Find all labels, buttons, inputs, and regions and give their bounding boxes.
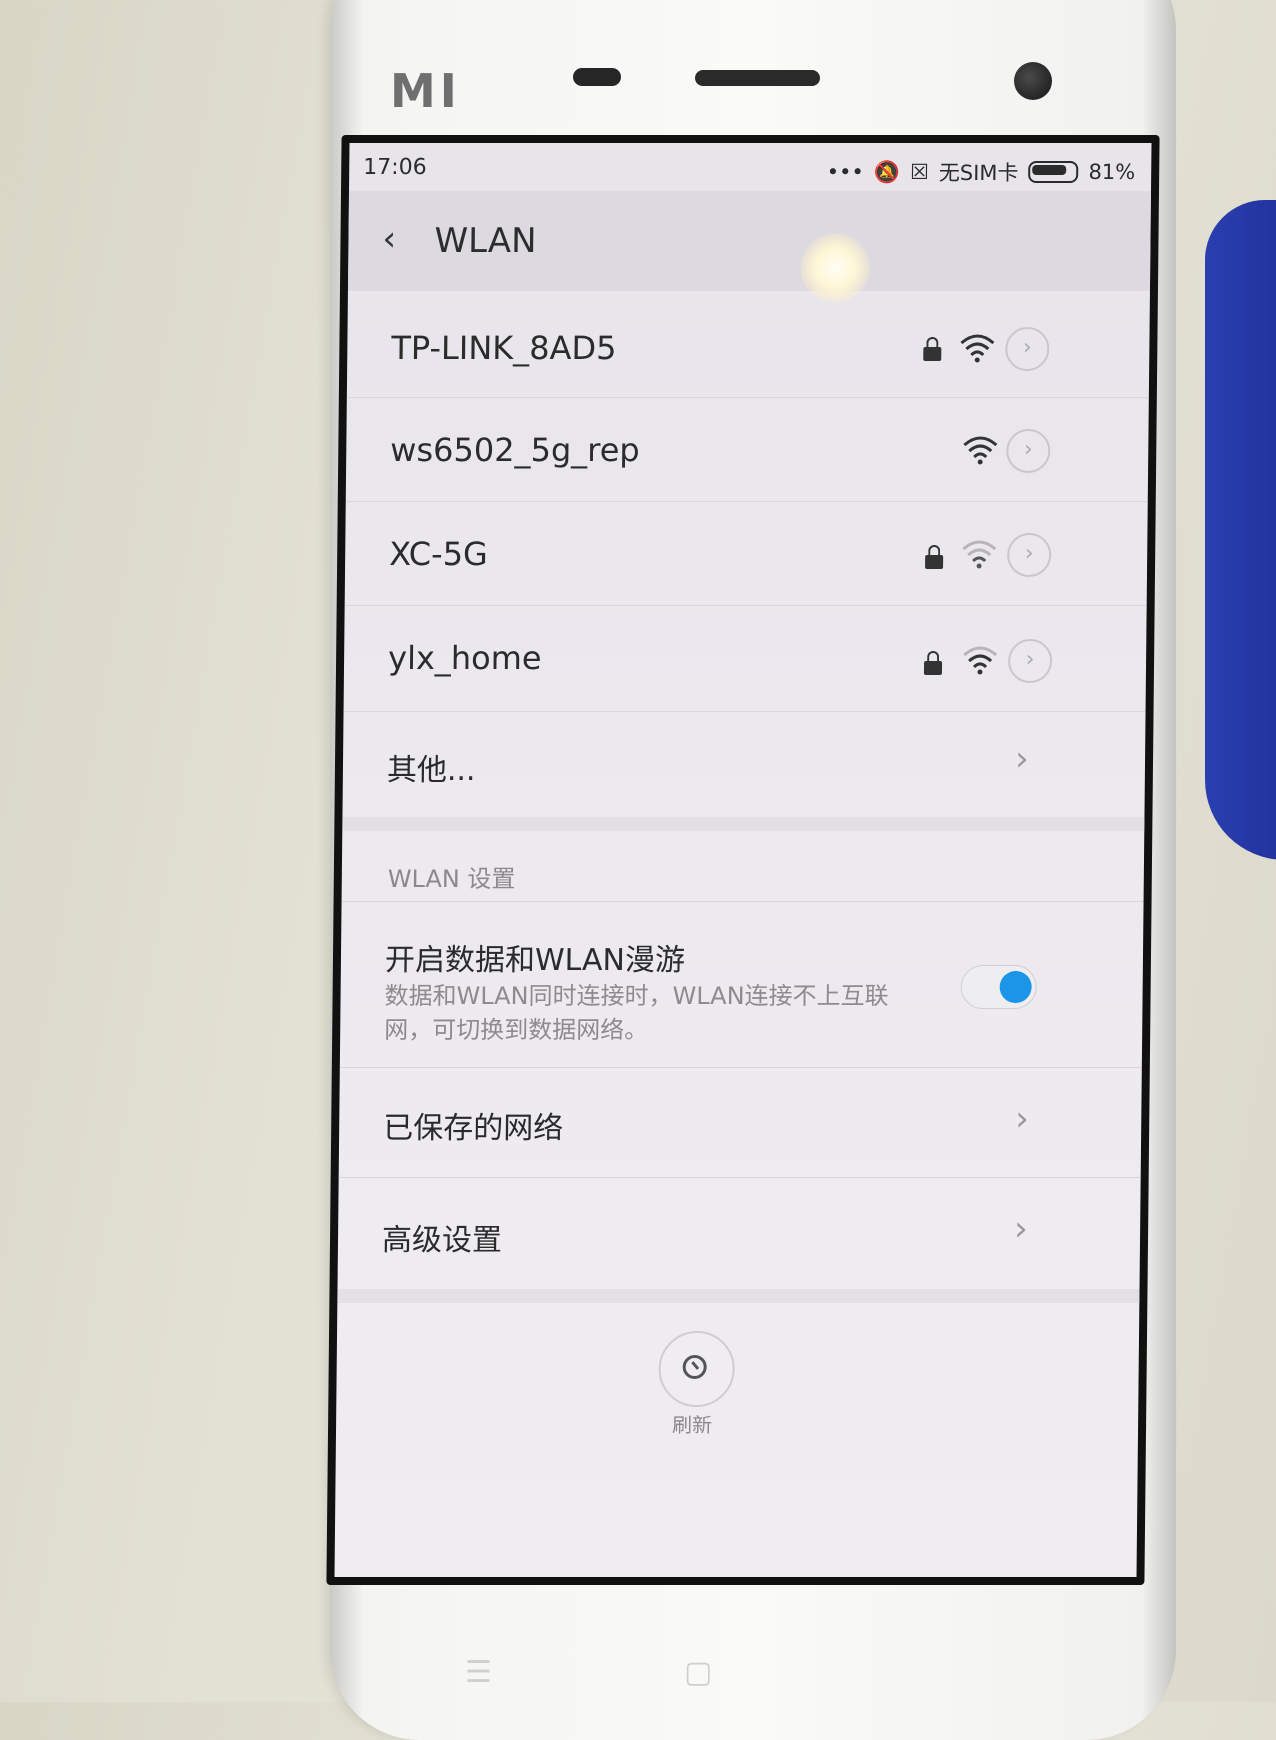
lock-icon (925, 555, 944, 569)
battery-icon (1028, 161, 1079, 183)
wifi-icon (962, 540, 997, 569)
refresh-label: 刷新 (671, 1413, 713, 1437)
chevron-right-icon: › (1015, 1099, 1030, 1139)
refresh-button[interactable] (658, 1331, 736, 1407)
other-network-row[interactable]: 其他... › (342, 711, 1146, 831)
roaming-description: 数据和WLAN同时连接时，WLAN连接不上互联网，可切换到数据网络。 (384, 982, 889, 1044)
back-icon[interactable]: ‹ (382, 219, 396, 259)
toggle-knob (999, 971, 1032, 1003)
home-key-icon[interactable]: ▢ (684, 1655, 712, 1690)
network-row[interactable]: ylx_home › (343, 605, 1147, 712)
mi-logo: MI (390, 64, 461, 118)
sim-status: 无SIM卡 (938, 161, 1019, 185)
saved-networks-row[interactable]: 已保存的网络 › (338, 1067, 1142, 1178)
advanced-settings-row[interactable]: 高级设置 › (337, 1177, 1141, 1303)
network-name: ws6502_5g_rep (390, 431, 640, 469)
network-name: ylx_home (387, 639, 542, 677)
earpiece (695, 70, 820, 86)
roaming-toggle[interactable] (960, 965, 1037, 1009)
divider (341, 901, 1144, 902)
page-title: WLAN (434, 221, 537, 261)
proximity-sensor (573, 68, 621, 86)
network-detail-button[interactable]: › (1007, 639, 1053, 683)
network-name: TP-LINK_8AD5 (391, 329, 617, 367)
sim-icon: ☒ (909, 160, 929, 184)
network-detail-button[interactable]: › (1006, 533, 1052, 577)
more-icon: ••• (826, 160, 865, 184)
menu-key-icon[interactable]: ☰ (465, 1655, 492, 1690)
chevron-right-icon: › (1013, 1209, 1028, 1249)
refresh-icon (682, 1355, 707, 1379)
saved-networks-label: 已保存的网络 (383, 1111, 564, 1146)
chevron-right-icon: › (1014, 739, 1029, 779)
front-camera (1014, 62, 1052, 100)
screen: 17:06 ••• 🔕 ☒ 无SIM卡 81% ‹ WLAN TP-LINK_8… (334, 143, 1152, 1577)
advanced-settings-label: 高级设置 (381, 1223, 503, 1258)
network-detail-button[interactable]: › (1006, 429, 1051, 473)
section-label: WLAN 设置 (387, 865, 516, 893)
wifi-icon (960, 334, 995, 363)
wifi-icon (963, 646, 998, 675)
roaming-title: 开启数据和WLAN漫游 (384, 943, 686, 978)
network-detail-button[interactable]: › (1005, 327, 1050, 371)
status-icons: ••• 🔕 ☒ 无SIM卡 81% (827, 157, 1136, 187)
lock-icon (923, 661, 943, 675)
other-label: 其他... (386, 753, 476, 788)
network-row[interactable]: ws6502_5g_rep › (345, 397, 1149, 502)
light-glare (799, 233, 871, 303)
battery-percent: 81% (1088, 160, 1136, 184)
screen-frame: 17:06 ••• 🔕 ☒ 无SIM卡 81% ‹ WLAN TP-LINK_8… (326, 135, 1160, 1585)
status-time: 17:06 (363, 155, 427, 180)
blue-object (1205, 200, 1276, 860)
wifi-icon (963, 436, 998, 465)
network-row[interactable]: XC-5G › (344, 501, 1148, 606)
mute-icon: 🔕 (873, 159, 901, 184)
lock-icon (923, 347, 942, 361)
network-row[interactable]: TP-LINK_8AD5 › (346, 295, 1150, 398)
status-bar: 17:06 ••• 🔕 ☒ 无SIM卡 81% (349, 143, 1152, 193)
header: ‹ WLAN (347, 191, 1152, 303)
network-name: XC-5G (389, 535, 489, 573)
